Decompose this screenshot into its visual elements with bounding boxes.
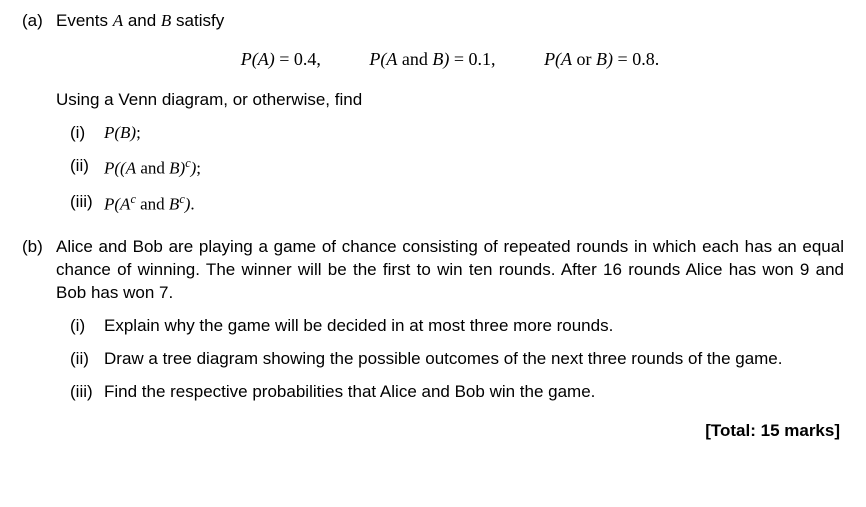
b-iii-num: (iii) — [70, 381, 104, 404]
a-i-num: (i) — [70, 122, 104, 145]
part-a-hint: Using a Venn diagram, or otherwise, find — [56, 89, 844, 112]
a-i-expr: P(B) — [104, 123, 136, 142]
part-b: (b) Alice and Bob are playing a game of … — [22, 236, 844, 414]
b-ii: (ii) Draw a tree diagram showing the pos… — [70, 348, 844, 371]
eq3-post: B) — [596, 49, 613, 69]
intro-text-pre: Events — [56, 11, 113, 30]
eq3-val: = 0.8. — [613, 49, 659, 69]
a-i-text: P(B); — [104, 122, 844, 145]
b-iii-text: Find the respective probabilities that A… — [104, 381, 844, 404]
eq1-lhs: P(A) — [241, 49, 275, 69]
a-iii-tail: . — [190, 194, 194, 213]
a-i: (i) P(B); — [70, 122, 844, 145]
eq2-pre: P(A — [369, 49, 397, 69]
b-i-num: (i) — [70, 315, 104, 338]
a-ii-text: P((A and B)c); — [104, 155, 844, 181]
part-a-label: (a) — [22, 10, 56, 226]
intro-A: A — [113, 11, 123, 30]
intro-text-post: satisfy — [171, 11, 224, 30]
part-b-label: (b) — [22, 236, 56, 414]
eq3-or: or — [572, 49, 596, 69]
intro-text-mid: and — [123, 11, 161, 30]
part-b-body: Alice and Bob are playing a game of chan… — [56, 236, 844, 414]
equation-row: P(A) = 0.4, P(A and B) = 0.1, P(A or B) … — [56, 47, 844, 71]
eq-PA: P(A) = 0.4, — [241, 47, 321, 71]
part-a-intro: Events A and B satisfy — [56, 10, 844, 33]
eq1-val: = 0.4, — [275, 49, 321, 69]
a-iii-pre: P(A — [104, 194, 130, 213]
a-iii-num: (iii) — [70, 191, 104, 217]
b-iii: (iii) Find the respective probabilities … — [70, 381, 844, 404]
a-ii-num: (ii) — [70, 155, 104, 181]
b-i-text: Explain why the game will be decided in … — [104, 315, 844, 338]
a-iii: (iii) P(Ac and Bc). — [70, 191, 844, 217]
intro-B: B — [161, 11, 171, 30]
b-i: (i) Explain why the game will be decided… — [70, 315, 844, 338]
b-ii-text: Draw a tree diagram showing the possible… — [104, 348, 844, 371]
a-iii-and: and — [136, 194, 169, 213]
exam-question-page: (a) Events A and B satisfy P(A) = 0.4, P… — [0, 0, 866, 453]
a-ii-mid: B) — [169, 159, 185, 178]
a-ii-tail: ; — [196, 159, 201, 178]
a-ii: (ii) P((A and B)c); — [70, 155, 844, 181]
total-marks: [Total: 15 marks] — [22, 420, 844, 443]
b-ii-num: (ii) — [70, 348, 104, 371]
a-i-tail: ; — [136, 123, 141, 142]
part-b-para: Alice and Bob are playing a game of chan… — [56, 236, 844, 305]
a-ii-and: and — [136, 159, 169, 178]
eq3-pre: P(A — [544, 49, 572, 69]
a-iii-mid: B — [169, 194, 179, 213]
a-iii-text: P(Ac and Bc). — [104, 191, 844, 217]
eq2-and: and — [397, 49, 432, 69]
a-ii-pre: P((A — [104, 159, 136, 178]
eq-PAandB: P(A and B) = 0.1, — [369, 47, 495, 71]
part-a-body: Events A and B satisfy P(A) = 0.4, P(A a… — [56, 10, 844, 226]
part-a: (a) Events A and B satisfy P(A) = 0.4, P… — [22, 10, 844, 226]
part-a-sublist: (i) P(B); (ii) P((A and B)c); (iii) P(Ac… — [56, 122, 844, 216]
part-b-sublist: (i) Explain why the game will be decided… — [56, 315, 844, 404]
eq2-post: B) — [432, 49, 449, 69]
eq2-val: = 0.1, — [449, 49, 495, 69]
eq-PAorB: P(A or B) = 0.8. — [544, 47, 659, 71]
